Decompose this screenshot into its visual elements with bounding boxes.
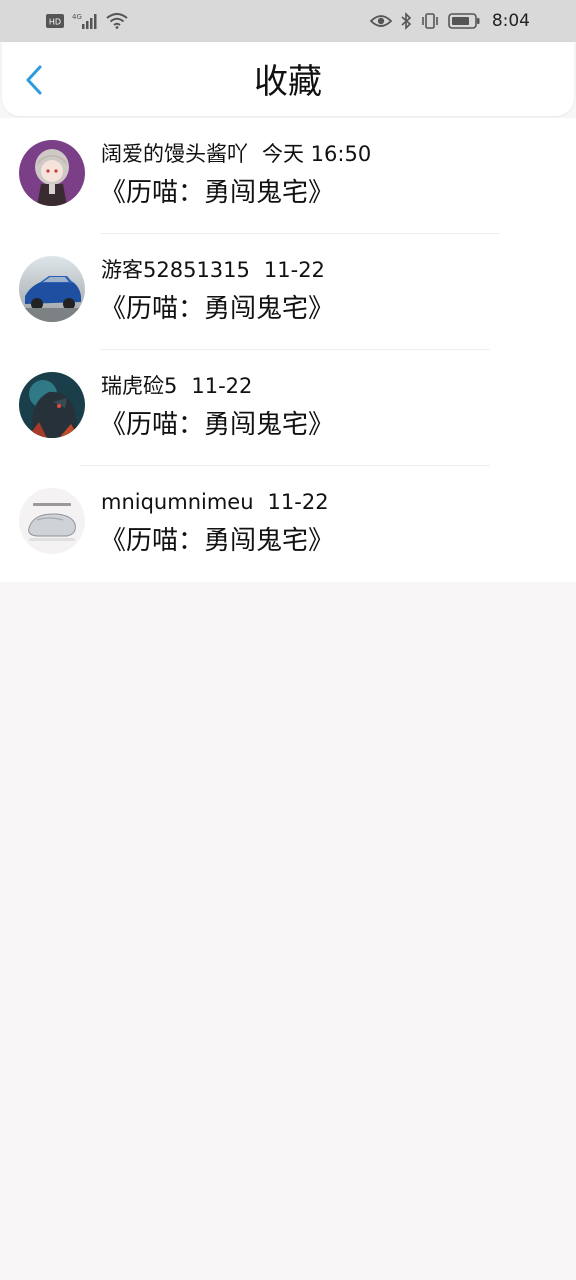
item-title: 《历喵：勇闯鬼宅》 xyxy=(100,178,335,208)
username: 阔爱的馒头酱吖 xyxy=(101,142,248,166)
list-item[interactable]: 阔爱的馒头酱吖 今天 16:50 《历喵：勇闯鬼宅》 xyxy=(0,118,576,234)
bluetooth-icon xyxy=(400,12,412,30)
item-title: 《历喵：勇闯鬼宅》 xyxy=(100,526,335,556)
signal-icon: 4G xyxy=(72,12,98,30)
favorites-list: 阔爱的馒头酱吖 今天 16:50 《历喵：勇闯鬼宅》 游客52851315 11… xyxy=(0,118,576,582)
item-meta: 游客52851315 11-22 xyxy=(101,256,325,284)
page-title: 收藏 xyxy=(254,62,322,102)
item-meta: 瑞虎硷5 11-22 xyxy=(101,372,252,400)
status-time: 8:04 xyxy=(491,11,530,31)
status-bar: HD 4G 8:04 xyxy=(0,0,576,42)
status-bar-left: HD 4G xyxy=(46,12,128,30)
item-title: 《历喵：勇闯鬼宅》 xyxy=(100,410,335,440)
item-date: 11-22 xyxy=(191,374,253,398)
item-date: 今天 16:50 xyxy=(262,142,372,166)
item-meta: 阔爱的馒头酱吖 今天 16:50 xyxy=(101,140,371,168)
vibrate-icon xyxy=(420,13,440,29)
item-title: 《历喵：勇闯鬼宅》 xyxy=(100,294,335,324)
username: 游客52851315 xyxy=(101,258,250,282)
item-date: 11-22 xyxy=(263,258,325,282)
item-date: 11-22 xyxy=(267,490,329,514)
app-header: 收藏 xyxy=(2,42,574,116)
wifi-icon xyxy=(106,13,128,29)
avatar xyxy=(19,256,85,322)
list-item[interactable]: mniqumnimeu 11-22 《历喵：勇闯鬼宅》 xyxy=(0,466,576,582)
list-item[interactable]: 瑞虎硷5 11-22 《历喵：勇闯鬼宅》 xyxy=(0,350,576,466)
list-item[interactable]: 游客52851315 11-22 《历喵：勇闯鬼宅》 xyxy=(0,234,576,350)
svg-text:HD: HD xyxy=(49,18,61,27)
username: 瑞虎硷5 xyxy=(101,374,178,398)
item-meta: mniqumnimeu 11-22 xyxy=(101,488,329,516)
avatar xyxy=(19,488,85,554)
svg-text:4G: 4G xyxy=(72,13,82,21)
username: mniqumnimeu xyxy=(101,490,254,514)
battery-icon xyxy=(448,13,480,29)
eye-icon xyxy=(369,14,392,28)
avatar xyxy=(19,372,85,438)
avatar xyxy=(19,140,85,206)
status-bar-right: 8:04 xyxy=(369,11,530,31)
hd-icon: HD xyxy=(46,14,64,28)
